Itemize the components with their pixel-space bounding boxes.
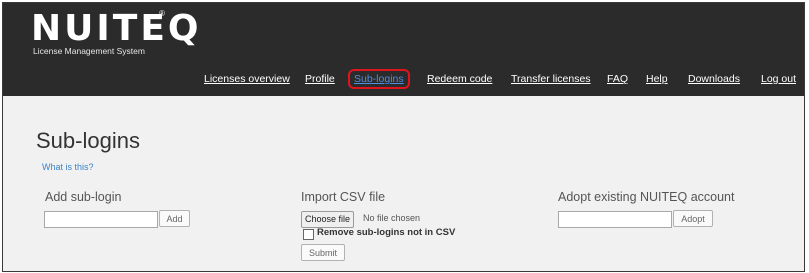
main-content: Sub-logins What is this? Add sub-login A… [3, 96, 804, 271]
adopt-account-title: Adopt existing NUITEQ account [558, 190, 735, 204]
add-button[interactable]: Add [159, 210, 190, 227]
submit-button[interactable]: Submit [301, 244, 345, 261]
nav-faq[interactable]: FAQ [607, 73, 628, 85]
adopt-account-input[interactable] [558, 211, 672, 228]
import-csv-title: Import CSV file [301, 190, 386, 204]
nav-licenses-overview[interactable]: Licenses overview [204, 73, 290, 85]
logo-wordmark: NUITEQ [31, 8, 202, 49]
remove-sublogins-label[interactable]: Remove sub-logins not in CSV [317, 227, 455, 238]
nav-redeem-code[interactable]: Redeem code [427, 73, 492, 85]
choose-file-button[interactable]: Choose file [301, 211, 355, 228]
add-sublogin-title: Add sub-login [45, 190, 122, 204]
nav-transfer-licenses[interactable]: Transfer licenses [511, 73, 591, 85]
site-header: NUITEQ License Management System ® Licen… [3, 3, 804, 96]
file-status: No file chosen [363, 213, 421, 223]
adopt-button[interactable]: Adopt [673, 210, 713, 227]
remove-sublogins-checkbox[interactable] [303, 229, 314, 240]
nav-log-out[interactable]: Log out [761, 73, 796, 85]
registered-mark: ® [159, 9, 165, 18]
nav-downloads[interactable]: Downloads [688, 73, 740, 85]
browser-frame: NUITEQ License Management System ® Licen… [2, 2, 805, 272]
nuiteq-logo[interactable]: NUITEQ License Management System [31, 8, 202, 57]
sublogin-email-input[interactable] [44, 211, 158, 228]
page-title: Sub-logins [36, 128, 140, 153]
nav-profile[interactable]: Profile [305, 73, 335, 85]
what-is-this-link[interactable]: What is this? [42, 162, 94, 172]
nav-help[interactable]: Help [646, 73, 668, 85]
nav-sub-logins[interactable]: Sub-logins [348, 69, 410, 89]
